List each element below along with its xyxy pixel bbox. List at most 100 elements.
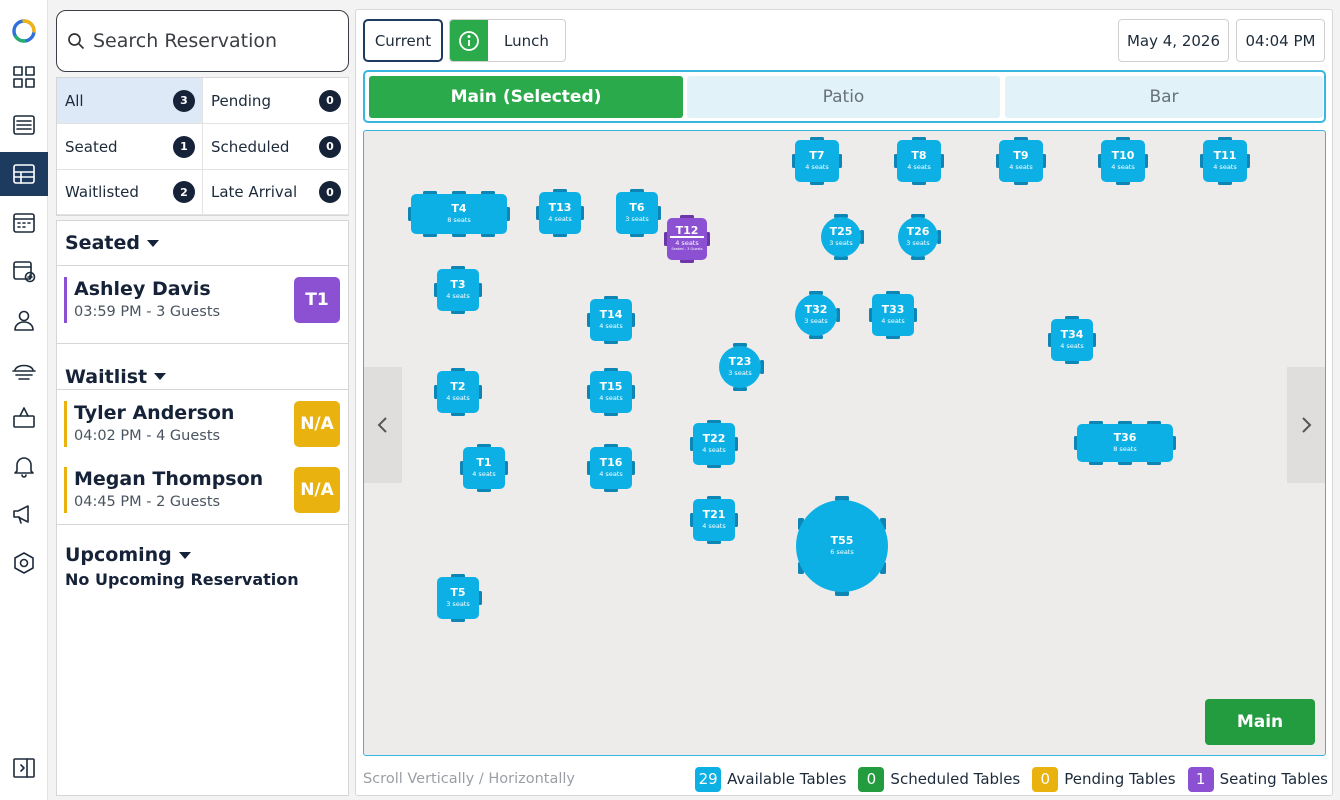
table-t26[interactable]: T26 3 seats: [898, 214, 941, 260]
staff-icon[interactable]: [0, 395, 48, 439]
count-badge: 0: [319, 135, 341, 158]
dashboard-icon[interactable]: [0, 55, 48, 99]
table-number: T33: [881, 303, 905, 316]
app-logo[interactable]: [0, 9, 48, 53]
table-t25[interactable]: T25 3 seats: [821, 214, 864, 260]
meal-period-selector[interactable]: Lunch: [449, 19, 566, 62]
search-reservation-input[interactable]: Search Reservation: [56, 10, 349, 72]
table-t12[interactable]: T12 4 seats Seated - 3 Guests: [664, 215, 710, 263]
table-number: T26: [906, 225, 930, 238]
guest-name: Megan Thompson: [74, 468, 264, 490]
table-seats: 3 seats: [728, 369, 752, 377]
status-filters: All 3 Pending 0 Seated 1 Scheduled 0 Waitlis…: [56, 77, 349, 216]
table-t5[interactable]: T5 3 seats: [437, 574, 482, 622]
guest-name: Ashley Davis: [74, 278, 211, 300]
filter-all[interactable]: All 3: [57, 78, 203, 124]
table-number: T34: [1060, 328, 1084, 341]
count-badge: 3: [173, 89, 195, 112]
table-number: T4: [451, 202, 467, 215]
scroll-right-button[interactable]: [1287, 367, 1325, 483]
tab-main[interactable]: Main (Selected): [369, 76, 683, 118]
table-t6[interactable]: T6 3 seats: [616, 189, 661, 237]
status-bar: [64, 401, 67, 447]
marketing-icon[interactable]: [0, 492, 48, 536]
time-picker[interactable]: 04:04 PM: [1236, 19, 1325, 62]
table-t4[interactable]: T4 8 seats: [408, 191, 510, 237]
table-t16[interactable]: T16 4 seats: [587, 444, 635, 492]
current-button[interactable]: Current: [363, 19, 443, 62]
table-t13[interactable]: T13 4 seats: [536, 189, 584, 237]
table-number: T23: [728, 355, 752, 368]
settings-icon[interactable]: [0, 541, 48, 585]
table-t15[interactable]: T15 4 seats: [587, 368, 635, 416]
guests-icon[interactable]: [0, 298, 48, 342]
table-tag: N/A: [294, 467, 340, 513]
date-picker[interactable]: May 4, 2026: [1118, 19, 1229, 62]
table-number: T36: [1113, 431, 1137, 444]
table-t8[interactable]: T8 4 seats: [894, 137, 944, 185]
table-t2[interactable]: T2 4 seats: [434, 368, 482, 416]
table-t33[interactable]: T33 4 seats: [869, 291, 917, 339]
filter-waitlisted[interactable]: Waitlisted 2: [57, 170, 203, 215]
table-t7[interactable]: T7 4 seats: [792, 137, 842, 185]
table-seats: 4 seats: [446, 394, 470, 402]
table-t14[interactable]: T14 4 seats: [587, 296, 635, 344]
table-t32[interactable]: T32 3 seats: [795, 291, 840, 339]
caret-down-icon: [178, 551, 191, 559]
floor-canvas[interactable]: Main T7 4 seats T8 4 seats T9 4 seats T10 4 sea…: [363, 130, 1326, 756]
table-t36[interactable]: T36 8 seats: [1074, 421, 1176, 465]
table-t11[interactable]: T11 4 seats: [1200, 137, 1250, 185]
search-placeholder: Search Reservation: [93, 30, 278, 52]
table-t23[interactable]: T23 3 seats: [719, 343, 764, 391]
notifications-icon[interactable]: [0, 444, 48, 488]
filter-late-arrival[interactable]: Late Arrival 0: [203, 170, 349, 215]
collapse-sidebar-icon[interactable]: [0, 746, 48, 790]
reservations-list-icon[interactable]: [0, 103, 48, 147]
filter-seated[interactable]: Seated 1: [57, 124, 203, 170]
empty-upcoming-text: No Upcoming Reservation: [65, 570, 299, 589]
table-t22[interactable]: T22 4 seats: [690, 420, 738, 468]
filter-pending[interactable]: Pending 0: [203, 78, 349, 124]
main-area-button[interactable]: Main: [1205, 699, 1315, 745]
upcoming-section-toggle[interactable]: Upcoming: [57, 541, 191, 569]
reservation-card[interactable]: Tyler Anderson 04:02 PM - 4 Guests N/A: [57, 389, 348, 456]
table-number: T13: [548, 201, 572, 214]
table-t9[interactable]: T9 4 seats: [996, 137, 1046, 185]
scroll-left-button[interactable]: [364, 367, 402, 483]
table-number: T32: [804, 303, 828, 316]
calendar-icon[interactable]: [0, 201, 48, 245]
table-t10[interactable]: T10 4 seats: [1098, 137, 1148, 185]
legend-seating: 1 Seating Tables: [1187, 766, 1328, 792]
reservation-card[interactable]: Megan Thompson 04:45 PM - 2 Guests N/A: [57, 456, 348, 523]
floor-plan-icon[interactable]: [0, 152, 48, 196]
count-badge: 1: [173, 135, 195, 158]
table-t3[interactable]: T3 4 seats: [434, 266, 482, 314]
table-number: T3: [450, 278, 466, 291]
caret-down-icon: [154, 373, 167, 380]
add-event-icon[interactable]: [0, 249, 48, 293]
status-bar: [64, 277, 67, 323]
table-t21[interactable]: T21 4 seats: [690, 496, 738, 544]
table-seats: 4 seats: [1060, 342, 1084, 350]
seated-section-toggle[interactable]: Seated: [57, 229, 159, 257]
filter-scheduled[interactable]: Scheduled 0: [203, 124, 349, 170]
table-seats: 3 seats: [446, 600, 470, 608]
reservation-card[interactable]: Ashley Davis 03:59 PM - 3 Guests T1: [57, 265, 348, 332]
table-seats: 4 seats: [472, 470, 496, 478]
tab-patio[interactable]: Patio: [687, 76, 1000, 118]
table-t55[interactable]: T55 6 seats: [796, 496, 888, 596]
table-seats: 8 seats: [447, 216, 471, 224]
table-t34[interactable]: T34 4 seats: [1048, 316, 1096, 364]
nav-rail: [0, 0, 48, 800]
table-seats: 4 seats: [881, 317, 905, 325]
search-icon: [68, 33, 85, 50]
table-number: T1: [476, 456, 492, 469]
status-bar: [64, 467, 67, 513]
service-icon[interactable]: [0, 347, 48, 391]
legend-count: 29: [695, 766, 722, 792]
table-number: T7: [809, 149, 825, 162]
table-t1[interactable]: T1 4 seats: [460, 444, 508, 492]
floor-plan-panel: Current Lunch May 4, 2026 04:04 PM Main …: [355, 9, 1333, 796]
table-seats: 3 seats: [906, 239, 930, 247]
tab-bar[interactable]: Bar: [1005, 76, 1323, 118]
